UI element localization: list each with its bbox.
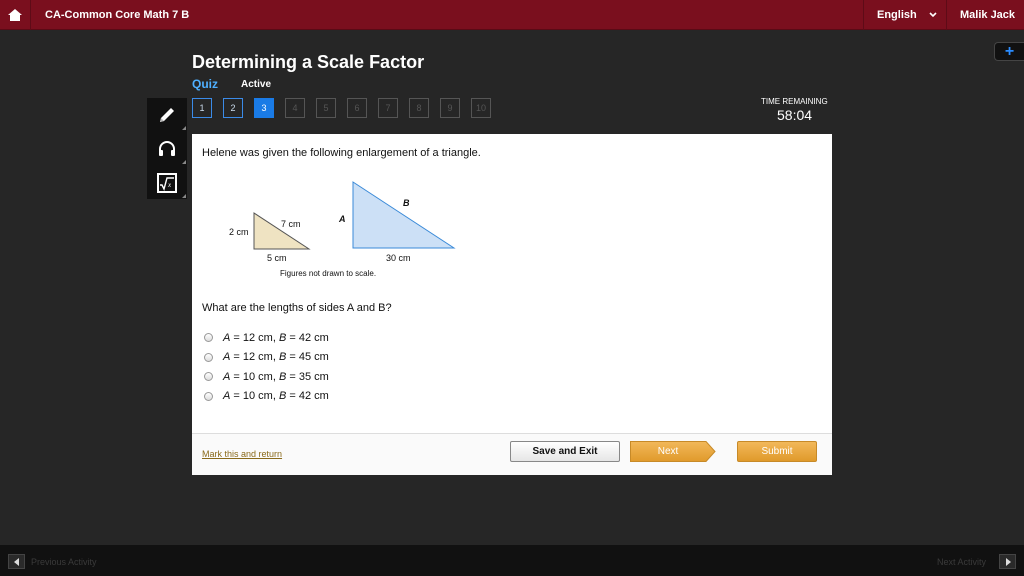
tool-menu-indicator: [182, 126, 186, 130]
chevron-right-icon: [1005, 557, 1011, 566]
submit-button[interactable]: Submit: [737, 441, 817, 462]
calculator-icon: x: [157, 172, 177, 193]
activity-type-label: Quiz: [192, 77, 218, 91]
language-select[interactable]: English: [877, 9, 917, 21]
question-nav-9[interactable]: 9: [440, 98, 460, 118]
question-nav-5[interactable]: 5: [316, 98, 336, 118]
question-nav-4[interactable]: 4: [285, 98, 305, 118]
large-triangle-bottom-label: 30 cm: [386, 253, 411, 263]
question-nav-1[interactable]: 1: [192, 98, 212, 118]
question-ask: What are the lengths of sides A and B?: [202, 302, 392, 314]
small-triangle-hypotenuse-label: 7 cm: [281, 219, 301, 229]
top-bar: CA-Common Core Math 7 B English Malik Ja…: [0, 0, 1024, 30]
divider: [863, 0, 864, 30]
next-button-label: Next: [657, 446, 679, 457]
question-nav-7[interactable]: 7: [378, 98, 398, 118]
previous-activity-button[interactable]: [8, 554, 25, 569]
tool-menu-indicator: [182, 194, 186, 198]
option-b-value: 42 cm: [298, 331, 329, 344]
expand-panel-button[interactable]: +: [994, 42, 1024, 61]
question-nav-10[interactable]: 10: [471, 98, 491, 118]
mark-and-return-link[interactable]: Mark this and return: [202, 449, 282, 459]
option-a-value: 12 cm: [242, 331, 273, 344]
triangle-figure: 2 cm 7 cm 5 cm A B 30 cm: [229, 181, 456, 263]
answer-option[interactable]: A = 10 cm, B = 42 cm: [204, 387, 329, 407]
option-a-value: 10 cm: [242, 390, 273, 403]
large-triangle-hypotenuse-label: B: [403, 198, 410, 208]
page-title: Determining a Scale Factor: [192, 52, 425, 72]
option-a-value: 10 cm: [242, 370, 273, 383]
pencil-icon: [160, 107, 174, 122]
question-nav: 1 2 3 4 5 6 7 8 9 10: [192, 98, 491, 118]
next-activity-label[interactable]: Next Activity: [937, 557, 986, 567]
chevron-down-icon[interactable]: [928, 10, 938, 20]
large-triangle-left-label: A: [338, 214, 346, 224]
chevron-left-icon: [13, 557, 19, 566]
answer-option[interactable]: A = 10 cm, B = 35 cm: [204, 367, 329, 387]
next-activity-button[interactable]: [999, 554, 1016, 569]
headphones-icon: [159, 140, 175, 156]
plus-icon: +: [1004, 42, 1015, 60]
home-icon: [8, 9, 22, 21]
calculator-tool-button[interactable]: x: [147, 166, 187, 199]
small-triangle-bottom-label: 5 cm: [267, 253, 287, 263]
option-b-value: 42 cm: [298, 390, 329, 403]
divider: [946, 0, 947, 30]
user-name[interactable]: Malik Jack: [960, 9, 1015, 21]
next-button[interactable]: Next: [630, 441, 716, 462]
time-remaining-label: TIME REMAINING: [761, 97, 828, 106]
question-prompt: Helene was given the following enlargeme…: [202, 147, 481, 159]
bottom-bar: Previous Activity Next Activity: [0, 545, 1024, 576]
question-nav-8[interactable]: 8: [409, 98, 429, 118]
answer-option[interactable]: A = 12 cm, B = 42 cm: [204, 328, 329, 348]
question-nav-6[interactable]: 6: [347, 98, 367, 118]
status-label: Active: [241, 79, 272, 90]
option-a-value: 12 cm: [242, 351, 273, 364]
option-b-value: 45 cm: [298, 351, 329, 364]
large-triangle: [352, 181, 456, 249]
question-nav-3[interactable]: 3: [254, 98, 274, 118]
save-and-exit-button[interactable]: Save and Exit: [510, 441, 620, 462]
tool-palette: x: [147, 98, 187, 199]
question-nav-2[interactable]: 2: [223, 98, 243, 118]
course-title[interactable]: CA-Common Core Math 7 B: [45, 9, 189, 21]
audio-tool-button[interactable]: [147, 132, 187, 165]
divider: [30, 0, 31, 30]
radio-button[interactable]: [204, 352, 213, 362]
question-panel: Helene was given the following enlargeme…: [192, 134, 832, 475]
radio-button[interactable]: [204, 333, 213, 343]
radio-button[interactable]: [204, 372, 213, 382]
tool-menu-indicator: [182, 160, 186, 164]
radio-button[interactable]: [204, 391, 213, 401]
option-b-value: 35 cm: [298, 370, 329, 383]
pencil-tool-button[interactable]: [147, 98, 187, 131]
answer-option[interactable]: A = 12 cm, B = 45 cm: [204, 348, 329, 368]
previous-activity-label[interactable]: Previous Activity: [31, 557, 97, 567]
home-button[interactable]: [0, 0, 30, 30]
small-triangle-left-label: 2 cm: [229, 227, 249, 237]
time-remaining-value: 58:04: [777, 107, 813, 123]
figure-note: Figures not drawn to scale.: [280, 269, 377, 278]
answer-options: A = 12 cm, B = 42 cm A = 12 cm, B = 45 c…: [204, 328, 329, 406]
question-footer: Mark this and return Save and Exit Next …: [192, 433, 832, 475]
